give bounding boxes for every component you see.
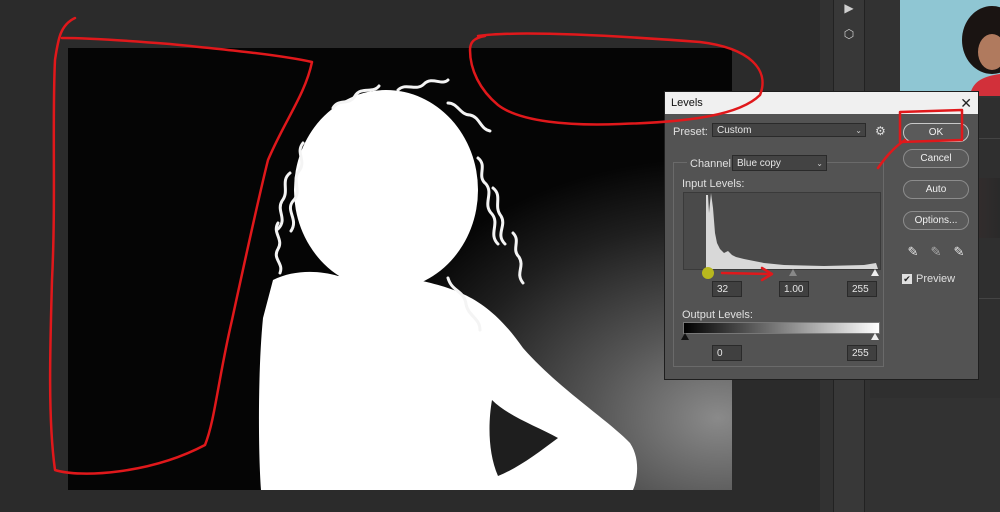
histogram	[683, 192, 881, 270]
cancel-button[interactable]: Cancel	[903, 149, 969, 168]
document-canvas[interactable]	[68, 48, 732, 490]
preset-label: Preset:	[673, 126, 708, 138]
black-point-eyedropper-icon[interactable]: ✎	[906, 244, 920, 260]
3d-cube-icon[interactable]: ⬡	[841, 26, 857, 42]
ok-button[interactable]: OK	[903, 123, 969, 142]
preview-checkbox[interactable]: ✔	[902, 274, 912, 284]
channel-select[interactable]: Blue copy ⌄	[732, 155, 827, 171]
close-icon[interactable]: ✕	[960, 95, 972, 112]
input-white-slider[interactable]	[871, 269, 879, 276]
gray-point-eyedropper-icon[interactable]: ✎	[929, 244, 943, 260]
white-mask-silhouette	[258, 78, 638, 490]
highlight-marker	[702, 267, 714, 279]
input-gamma-slider[interactable]	[789, 269, 797, 276]
output-black-field[interactable]: 0	[712, 345, 742, 361]
input-white-field[interactable]: 255	[847, 281, 877, 297]
output-black-slider[interactable]	[681, 333, 689, 340]
histogram-graph	[706, 193, 878, 269]
options-button[interactable]: Options...	[903, 211, 969, 230]
gear-icon[interactable]: ⚙	[875, 124, 886, 138]
channel-label: Channel:	[687, 158, 738, 170]
input-black-field[interactable]: 32	[712, 281, 742, 297]
dialog-title: Levels	[671, 97, 703, 109]
play-icon[interactable]: ▶	[841, 0, 857, 16]
photo-thumbnail	[900, 0, 1000, 96]
input-gamma-field[interactable]: 1.00	[779, 281, 809, 297]
preset-value: Custom	[717, 125, 752, 136]
output-gradient	[683, 322, 880, 334]
preview-label: Preview	[916, 273, 956, 285]
output-white-slider[interactable]	[871, 333, 879, 340]
dialog-titlebar: Levels ✕	[665, 92, 978, 114]
levels-dialog: Levels ✕ Preset: Custom ⌄ ⚙ Channel: Blu…	[664, 91, 979, 380]
input-levels-label: Input Levels:	[682, 178, 745, 190]
auto-button[interactable]: Auto	[903, 180, 969, 199]
chevron-down-icon: ⌄	[855, 126, 862, 135]
output-white-field[interactable]: 255	[847, 345, 877, 361]
thumbnail-portrait-image	[900, 0, 1000, 96]
white-point-eyedropper-icon[interactable]: ✎	[952, 244, 966, 260]
chevron-down-icon: ⌄	[816, 159, 823, 168]
channel-value: Blue copy	[737, 158, 781, 169]
preset-select[interactable]: Custom ⌄	[712, 123, 866, 137]
output-levels-label: Output Levels:	[682, 309, 753, 321]
